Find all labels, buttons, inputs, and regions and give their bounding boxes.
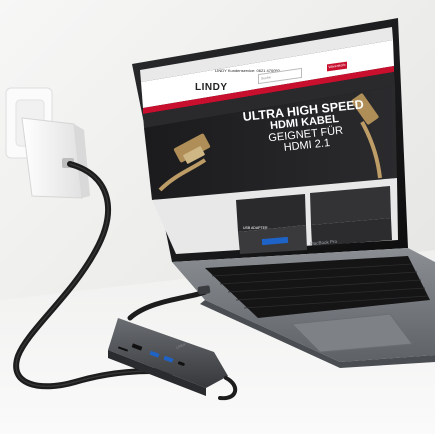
- usb-c-charger-icon: [21, 117, 90, 199]
- product-photo: LINDY Kundenservice: 0621 470050 LINDY S…: [0, 0, 435, 434]
